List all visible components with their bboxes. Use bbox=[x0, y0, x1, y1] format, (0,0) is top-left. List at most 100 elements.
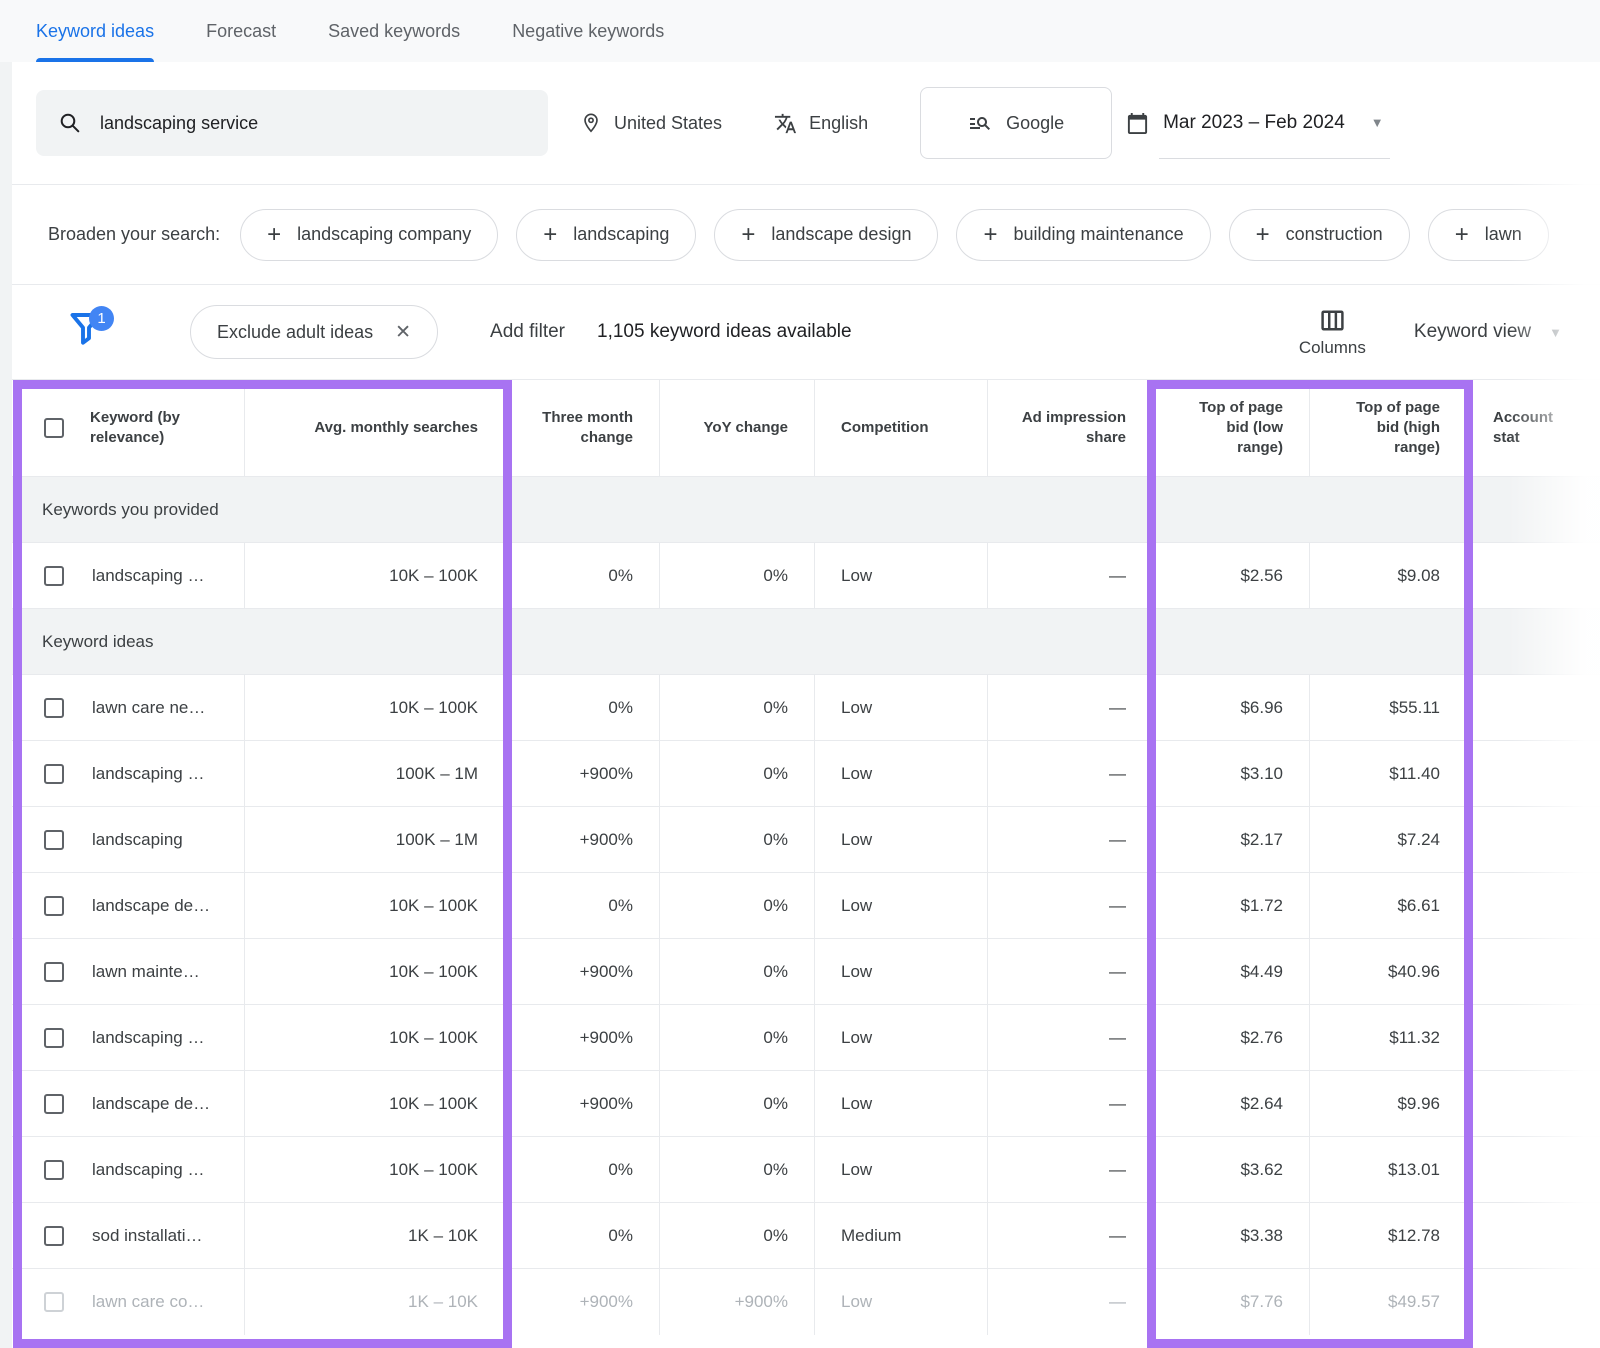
table-row[interactable]: landscaping100K – 1M+900%0%Low—$2.17$7.2… bbox=[12, 807, 1600, 873]
keyword-view-selector[interactable]: Keyword view ▼ bbox=[1414, 321, 1562, 343]
cell-value: 100K – 1M bbox=[396, 830, 478, 850]
ad-impression-share-cell: — bbox=[988, 1005, 1153, 1070]
cell-value: — bbox=[1109, 1292, 1126, 1312]
tab-label: Saved keywords bbox=[328, 21, 460, 42]
row-checkbox[interactable] bbox=[44, 698, 64, 718]
yoy-change-cell: 0% bbox=[660, 1137, 815, 1202]
cell-value: 0% bbox=[763, 962, 788, 982]
ad-impression-share-cell: — bbox=[988, 675, 1153, 740]
cell-value: — bbox=[1109, 764, 1126, 784]
yoy-change-cell: 0% bbox=[660, 1071, 815, 1136]
broaden-chip[interactable]: +landscaping bbox=[516, 209, 696, 261]
keyword-search-box[interactable] bbox=[36, 90, 548, 156]
three-month-change-header: Three month change bbox=[505, 380, 660, 476]
plus-icon: + bbox=[741, 223, 755, 247]
row-checkbox[interactable] bbox=[44, 830, 64, 850]
keyword-cell: landscaping … bbox=[12, 1005, 245, 1070]
search-input[interactable] bbox=[98, 112, 526, 135]
exclude-chip-label: Exclude adult ideas bbox=[217, 322, 373, 343]
select-all-checkbox[interactable] bbox=[44, 418, 64, 438]
keyword-cell: lawn mainte… bbox=[12, 939, 245, 1004]
exclude-adult-ideas-chip[interactable]: Exclude adult ideas ✕ bbox=[190, 305, 438, 359]
keyword-view-label: Keyword view bbox=[1414, 321, 1531, 343]
language-selector[interactable]: English bbox=[774, 112, 868, 135]
close-icon[interactable]: ✕ bbox=[395, 321, 411, 344]
competition-cell: Low bbox=[815, 543, 988, 608]
three-month-change-cell: 0% bbox=[505, 1203, 660, 1268]
table-row[interactable]: landscape de…10K – 100K0%0%Low—$1.72$6.6… bbox=[12, 873, 1600, 939]
tab-negative-keywords[interactable]: Negative keywords bbox=[512, 0, 664, 62]
top-of-page-bid-low-cell: $3.10 bbox=[1153, 741, 1310, 806]
table-row[interactable]: landscaping …10K – 100K+900%0%Low—$2.76$… bbox=[12, 1005, 1600, 1071]
cell-value: Low bbox=[841, 566, 872, 586]
tab-saved-keywords[interactable]: Saved keywords bbox=[328, 0, 460, 62]
avg-monthly-searches-cell: 10K – 100K bbox=[245, 1071, 505, 1136]
broaden-chip[interactable]: +landscape design bbox=[714, 209, 938, 261]
cell-value: $2.64 bbox=[1240, 1094, 1283, 1114]
account-status-cell bbox=[1467, 807, 1600, 872]
row-checkbox[interactable] bbox=[44, 962, 64, 982]
table-row[interactable]: lawn care co…1K – 10K+900%+900%Low—$7.76… bbox=[12, 1269, 1600, 1335]
location-selector[interactable]: United States bbox=[580, 112, 722, 134]
broaden-chip[interactable]: +building maintenance bbox=[956, 209, 1210, 261]
results-summary: 1,105 keyword ideas available bbox=[597, 321, 852, 343]
broaden-search-label: Broaden your search: bbox=[48, 224, 220, 245]
cell-value: 0% bbox=[763, 698, 788, 718]
header-label: Competition bbox=[841, 418, 929, 438]
avg-monthly-searches-cell: 10K – 100K bbox=[245, 939, 505, 1004]
keyword-cell: landscape de… bbox=[12, 1071, 245, 1136]
cell-value: Medium bbox=[841, 1226, 901, 1246]
table-row[interactable]: landscaping …10K – 100K0%0%Low—$3.62$13.… bbox=[12, 1137, 1600, 1203]
table-header-row: Keyword (by relevance)Avg. monthly searc… bbox=[12, 379, 1600, 477]
cell-value: Low bbox=[841, 896, 872, 916]
ad-impression-share-cell: — bbox=[988, 873, 1153, 938]
row-checkbox[interactable] bbox=[44, 764, 64, 784]
table-row[interactable]: lawn mainte…10K – 100K+900%0%Low—$4.49$4… bbox=[12, 939, 1600, 1005]
add-filter-button[interactable]: Add filter bbox=[490, 321, 565, 343]
search-network-button[interactable]: Google bbox=[920, 87, 1112, 159]
competition-cell: Medium bbox=[815, 1203, 988, 1268]
cell-value: $6.96 bbox=[1240, 698, 1283, 718]
top-of-page-bid-low-cell: $2.56 bbox=[1153, 543, 1310, 608]
table-row[interactable]: landscaping …10K – 100K0%0%Low—$2.56$9.0… bbox=[12, 543, 1600, 609]
tab-keyword-ideas[interactable]: Keyword ideas bbox=[36, 0, 154, 62]
cell-value: $9.08 bbox=[1397, 566, 1440, 586]
header-label: Top of page bid (low range) bbox=[1179, 398, 1283, 458]
cell-value: $11.32 bbox=[1389, 1028, 1440, 1048]
row-checkbox[interactable] bbox=[44, 1226, 64, 1246]
cell-value: 0% bbox=[763, 830, 788, 850]
table-row[interactable]: sod installati…1K – 10K0%0%Medium—$3.38$… bbox=[12, 1203, 1600, 1269]
competition-cell: Low bbox=[815, 939, 988, 1004]
broaden-chip[interactable]: +landscaping company bbox=[240, 209, 498, 261]
row-checkbox[interactable] bbox=[44, 1160, 64, 1180]
cell-value: $7.24 bbox=[1397, 830, 1440, 850]
table-row[interactable]: lawn care ne…10K – 100K0%0%Low—$6.96$55.… bbox=[12, 675, 1600, 741]
table-row[interactable]: landscape de…10K – 100K+900%0%Low—$2.64$… bbox=[12, 1071, 1600, 1137]
row-checkbox[interactable] bbox=[44, 1094, 64, 1114]
cell-value: — bbox=[1109, 698, 1126, 718]
plus-icon: + bbox=[1256, 223, 1270, 247]
row-checkbox[interactable] bbox=[44, 1292, 64, 1312]
filter-funnel-button[interactable]: 1 bbox=[68, 310, 108, 354]
table-row[interactable]: landscaping …100K – 1M+900%0%Low—$3.10$1… bbox=[12, 741, 1600, 807]
avg-monthly-searches-cell: 1K – 10K bbox=[245, 1203, 505, 1268]
tab-forecast[interactable]: Forecast bbox=[206, 0, 276, 62]
cell-value: $55.11 bbox=[1389, 698, 1440, 718]
ad-impression-share-cell: — bbox=[988, 741, 1153, 806]
broaden-chip[interactable]: +lawn bbox=[1428, 209, 1549, 261]
row-checkbox[interactable] bbox=[44, 896, 64, 916]
header-label: Top of page bid (high range) bbox=[1336, 398, 1440, 458]
avg-monthly-searches-cell: 100K – 1M bbox=[245, 741, 505, 806]
row-checkbox[interactable] bbox=[44, 1028, 64, 1048]
keyword-cell: landscaping … bbox=[12, 1137, 245, 1202]
columns-button[interactable]: Columns bbox=[1299, 307, 1366, 358]
cell-value: 1K – 10K bbox=[408, 1226, 478, 1246]
keyword-label: lawn mainte… bbox=[92, 962, 200, 982]
date-range-selector[interactable]: Mar 2023 – Feb 2024 ▼ bbox=[1126, 87, 1390, 159]
cell-value: — bbox=[1109, 566, 1126, 586]
top-of-page-bid-low-cell: $3.38 bbox=[1153, 1203, 1310, 1268]
account-status-cell bbox=[1467, 543, 1600, 608]
tab-bar: Keyword ideas Forecast Saved keywords Negat… bbox=[0, 0, 1600, 62]
row-checkbox[interactable] bbox=[44, 566, 64, 586]
broaden-chip[interactable]: +construction bbox=[1229, 209, 1410, 261]
